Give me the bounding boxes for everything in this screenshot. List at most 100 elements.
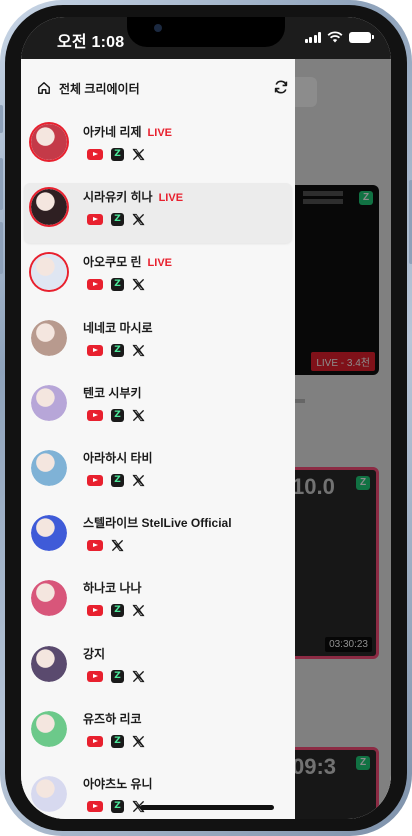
creator-item[interactable]: 네네코 마시로 Z <box>21 313 295 378</box>
x-icon[interactable] <box>132 344 145 357</box>
chzzk-icon[interactable]: Z <box>111 278 124 292</box>
avatar-image <box>31 645 67 682</box>
avatar-image <box>31 254 67 291</box>
volume-down-button <box>0 222 3 274</box>
x-icon[interactable] <box>132 474 145 487</box>
avatar[interactable] <box>31 580 67 617</box>
creator-name: 하나코 나나 <box>83 579 142 596</box>
creator-item[interactable]: 아오쿠모 린 LIVE Z <box>21 247 295 312</box>
chzzk-icon[interactable]: Z <box>111 148 124 161</box>
creator-name-text: 하나코 나나 <box>83 581 142 596</box>
creator-item[interactable]: 강지 Z <box>21 639 295 704</box>
x-icon[interactable] <box>111 539 124 552</box>
creator-item[interactable]: 텐코 시부키 Z <box>21 378 295 443</box>
youtube-icon[interactable] <box>87 800 103 812</box>
refresh-icon[interactable] <box>273 79 289 95</box>
chzzk-icon[interactable]: Z <box>111 408 124 422</box>
live-badge: LIVE <box>147 127 172 139</box>
youtube-icon[interactable] <box>87 279 103 291</box>
drawer-title[interactable]: 전체 크리에이터 <box>59 80 140 97</box>
avatar-image <box>31 710 67 747</box>
avatar[interactable] <box>31 189 67 226</box>
avatar-image <box>31 515 67 552</box>
x-icon[interactable] <box>132 735 145 748</box>
youtube-icon[interactable] <box>87 409 103 421</box>
avatar[interactable] <box>31 515 67 552</box>
creator-name-text: 아라하시 타비 <box>83 450 153 465</box>
creator-name-text: 스텔라이브 StelLive Official <box>83 516 232 531</box>
platform-links <box>87 539 124 552</box>
youtube-icon[interactable] <box>87 344 103 356</box>
avatar[interactable] <box>31 254 67 291</box>
creator-name-text: 유즈하 리코 <box>83 711 142 726</box>
creator-item[interactable]: 아카네 리제 LIVE Z <box>21 117 295 182</box>
youtube-icon[interactable] <box>87 670 103 682</box>
avatar-image <box>31 384 67 421</box>
home-indicator[interactable] <box>140 805 274 810</box>
youtube-icon[interactable] <box>87 474 103 486</box>
youtube-icon[interactable] <box>87 735 103 747</box>
avatar-image <box>31 189 67 226</box>
status-icons <box>304 31 374 43</box>
creator-name-text: 강지 <box>83 646 106 661</box>
avatar[interactable] <box>31 449 67 486</box>
creator-name: 시라유키 히나 LIVE <box>83 188 183 205</box>
youtube-icon[interactable] <box>87 214 103 226</box>
avatar[interactable] <box>31 124 67 160</box>
x-icon[interactable] <box>132 409 145 422</box>
platform-links: Z <box>87 473 145 487</box>
creator-drawer: 전체 크리에이터 아카네 리제 LIVE Z 시라유키 히나 LIVE Z 아오쿠모 린 LI… <box>21 59 295 819</box>
avatar-image <box>31 319 67 356</box>
creator-name: 아라하시 타비 <box>83 449 153 466</box>
x-icon[interactable] <box>132 148 145 161</box>
x-icon[interactable] <box>132 278 145 291</box>
avatar[interactable] <box>31 319 67 356</box>
live-badge: LIVE <box>147 257 172 270</box>
avatar[interactable] <box>31 775 67 812</box>
avatar-image <box>31 449 67 486</box>
creator-name: 스텔라이브 StelLive Official <box>83 514 232 531</box>
chzzk-icon[interactable]: Z <box>111 473 124 487</box>
live-badge: LIVE <box>158 192 184 205</box>
x-icon[interactable] <box>132 670 145 683</box>
creator-name: 텐코 시부키 <box>83 384 142 401</box>
avatar-image <box>31 580 67 617</box>
chzzk-icon[interactable]: Z <box>111 734 124 748</box>
youtube-icon[interactable] <box>87 149 103 160</box>
creator-name: 유즈하 리코 <box>83 710 142 727</box>
chzzk-icon[interactable]: Z <box>111 343 124 357</box>
creator-item[interactable]: 스텔라이브 StelLive Official <box>21 508 295 573</box>
avatar[interactable] <box>31 710 67 747</box>
creator-item[interactable]: 하나코 나나 Z <box>21 573 295 638</box>
avatar[interactable] <box>31 645 67 682</box>
chzzk-icon[interactable]: Z <box>111 799 124 813</box>
creator-name-text: 텐코 시부키 <box>83 385 142 400</box>
x-icon[interactable] <box>132 213 145 226</box>
creator-name-text: 네네코 마시로 <box>83 320 153 335</box>
creator-item[interactable]: 아라하시 타비 Z <box>21 443 295 508</box>
chzzk-icon[interactable]: Z <box>111 604 124 618</box>
avatar-image <box>31 124 67 160</box>
platform-links: Z <box>87 799 145 813</box>
platform-links: Z <box>87 278 145 292</box>
youtube-icon[interactable] <box>87 540 103 552</box>
creator-name: 아오쿠모 린 LIVE <box>83 253 172 270</box>
creator-item[interactable]: 아야츠노 유니 Z <box>21 769 295 819</box>
platform-links: Z <box>87 213 145 227</box>
youtube-icon[interactable] <box>87 605 103 617</box>
creator-name: 강지 <box>83 645 105 662</box>
creator-name-text: 아오쿠모 린 <box>83 255 142 270</box>
creator-name-text: 시라유키 히나 <box>83 190 153 205</box>
creator-name: 네네코 마시로 <box>83 319 153 336</box>
chzzk-icon[interactable]: Z <box>111 669 124 683</box>
x-icon[interactable] <box>132 604 145 617</box>
mute-switch <box>0 105 3 133</box>
creator-name: 아야츠노 유니 <box>83 775 153 792</box>
creator-list: 아카네 리제 LIVE Z 시라유키 히나 LIVE Z 아오쿠모 린 LIVE Z 네네코 마시… <box>21 117 295 819</box>
creator-item[interactable]: 유즈하 리코 Z <box>21 704 295 769</box>
notch <box>127 17 285 47</box>
creator-item[interactable]: 시라유키 히나 LIVE Z <box>21 182 295 247</box>
avatar-image <box>31 775 67 812</box>
chzzk-icon[interactable]: Z <box>111 213 124 227</box>
avatar[interactable] <box>31 384 67 421</box>
